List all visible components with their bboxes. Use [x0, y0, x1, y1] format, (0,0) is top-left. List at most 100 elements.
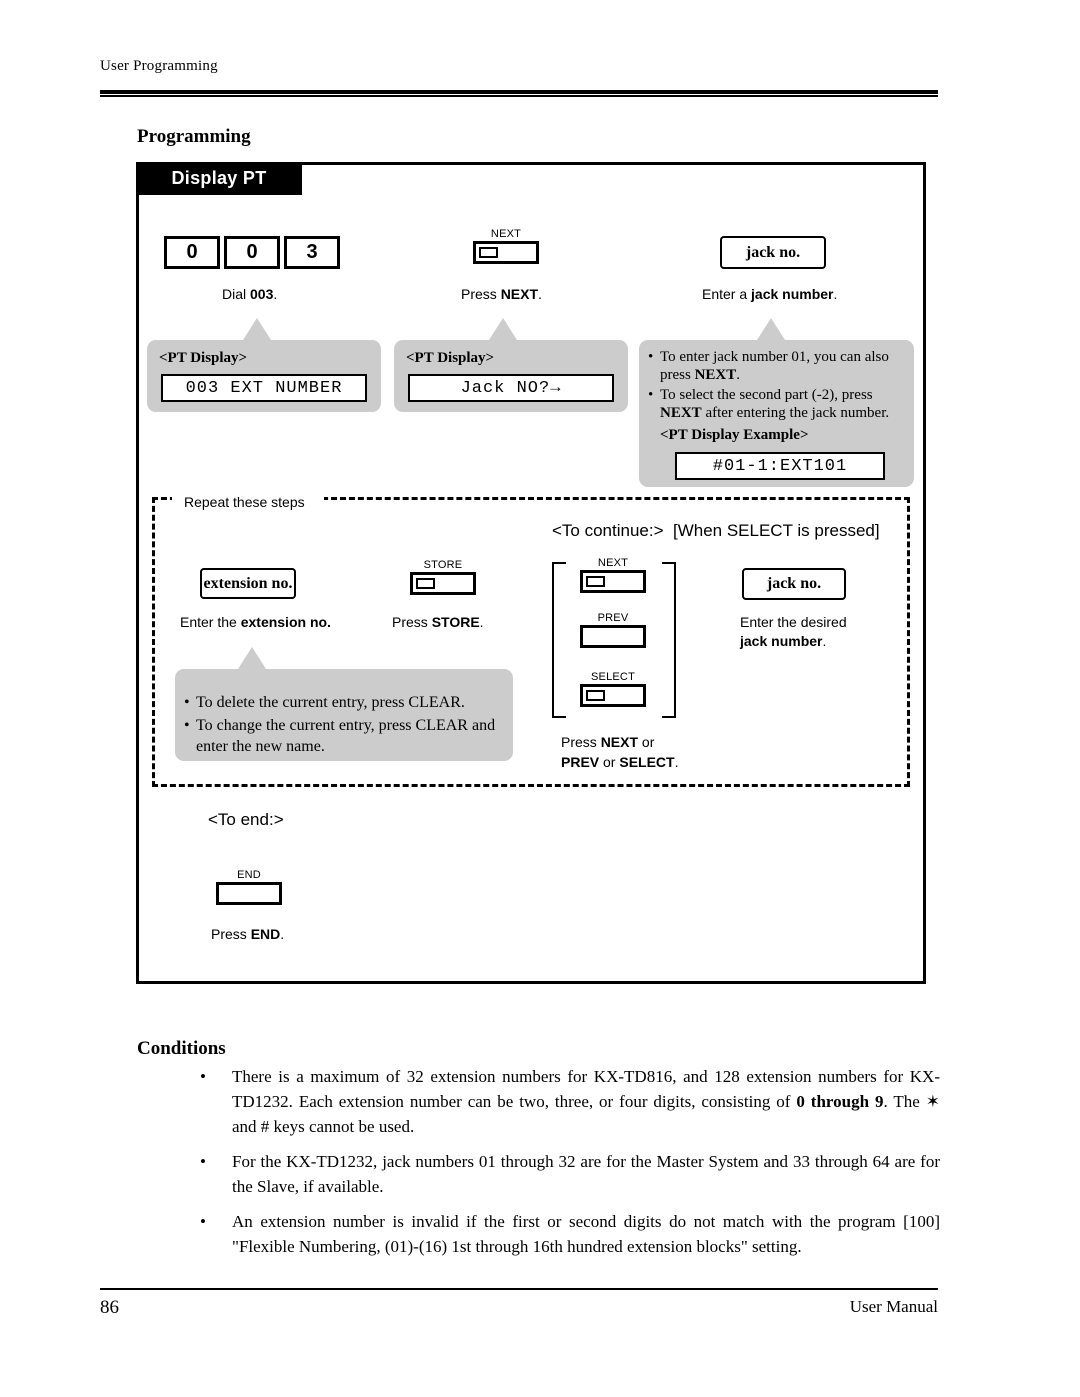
lcd-display-example: #01-1:EXT101 — [675, 452, 885, 480]
continue-press-line1-tail: or — [638, 734, 655, 750]
bullet-dot-icon: • — [200, 1067, 206, 1086]
next-button-continue[interactable]: NEXT — [580, 557, 646, 593]
continue-press-line1: Press NEXT or — [561, 734, 654, 750]
dial-digit-key-3[interactable]: 3 — [284, 236, 340, 269]
dial-digit-key-1[interactable]: 0 — [164, 236, 220, 269]
page-title-conditions: Conditions — [137, 1038, 226, 1059]
next-button-continue-body[interactable] — [580, 570, 646, 593]
dial-caption-tail: . — [273, 286, 278, 302]
condition-2-p1: For the KX-TD1232, jack numbers 01 throu… — [232, 1152, 940, 1196]
condition-item: • For the KX-TD1232, jack numbers 01 thr… — [200, 1149, 940, 1199]
clear-note-text: To change the current entry, press CLEAR… — [196, 717, 496, 755]
extension-no-caption-text: Enter the — [180, 614, 241, 630]
to-continue-heading-right: [When SELECT is pressed] — [672, 521, 880, 540]
continue-press-line2-tail: . — [674, 754, 679, 770]
store-caption-tail: . — [479, 614, 484, 630]
prev-button-continue[interactable]: PREV — [580, 612, 646, 648]
jack-no-input-box-step3[interactable]: jack no. — [720, 236, 826, 269]
clear-note-item: • To change the current entry, press CLE… — [184, 715, 506, 757]
continue-press-caption: Press NEXT or PREV or SELECT. — [561, 732, 678, 772]
jack-note-1-bold: NEXT — [694, 367, 737, 383]
jack-note-text: To enter jack number 01, you can also pr… — [660, 348, 906, 384]
next-caption-step2-tail: . — [538, 286, 542, 302]
jack-no-caption-continue-key: jack number — [740, 633, 823, 649]
select-button-continue[interactable]: SELECT — [580, 671, 646, 707]
header-rule — [100, 90, 938, 97]
callout-tip-clear-notes — [238, 647, 266, 669]
jack-note-2-bold: NEXT — [660, 405, 702, 421]
next-caption-step2: Press NEXT. — [461, 285, 542, 303]
jack-no-caption-step3-text: Enter a — [702, 286, 752, 302]
end-button-body[interactable] — [216, 882, 282, 905]
running-head: User Programming — [100, 58, 218, 74]
next-caption-step2-key: NEXT — [500, 286, 539, 302]
next-button-step2-cap: NEXT — [490, 228, 522, 240]
jack-note-item: • To select the second part (-2), press … — [648, 386, 906, 422]
dial-caption: Dial 003. — [222, 285, 277, 303]
callout-title-pt-display-1: <PT Display> — [159, 350, 248, 366]
next-caption-step2-text: Press — [461, 286, 501, 302]
jack-notes-list: • To enter jack number 01, you can also … — [648, 348, 906, 424]
callout-tip-jack-notes — [757, 318, 785, 340]
to-end-heading: <To end:> — [208, 810, 284, 829]
extension-no-caption: Enter the extension no. — [180, 613, 331, 631]
jack-no-caption-step3-tail: . — [833, 286, 838, 302]
condition-3-p1: An extension number is invalid if the fi… — [232, 1212, 940, 1256]
store-caption-key: STORE — [431, 614, 480, 630]
end-caption: Press END. — [211, 925, 284, 943]
end-button[interactable]: END — [216, 869, 282, 905]
next-button-step2[interactable]: NEXT — [473, 228, 539, 264]
jack-no-input-box-continue[interactable]: jack no. — [742, 568, 846, 600]
end-caption-tail: . — [280, 926, 285, 942]
page-title-programming: Programming — [137, 126, 251, 147]
dial-digit-key-2[interactable]: 0 — [224, 236, 280, 269]
jack-no-caption-continue-tail: . — [822, 633, 827, 649]
condition-1-b1: 0 through 9 — [796, 1092, 884, 1111]
store-button-body[interactable] — [410, 572, 476, 595]
store-button[interactable]: STORE — [410, 559, 476, 595]
condition-text: For the KX-TD1232, jack numbers 01 throu… — [232, 1149, 940, 1199]
clear-notes-list: • To delete the current entry, press CLE… — [184, 692, 506, 759]
end-caption-text: Press — [211, 926, 251, 942]
continue-press-line2-key2: SELECT — [619, 754, 675, 770]
continue-press-line2-key1: PREV — [561, 754, 600, 770]
next-button-step2-body[interactable] — [473, 241, 539, 264]
jack-note-2-post: after entering the jack number. — [701, 405, 890, 421]
jack-note-1-post: . — [736, 367, 741, 383]
select-button-continue-body[interactable] — [580, 684, 646, 707]
footer-page-number: 86 — [100, 1297, 119, 1318]
clear-note-text: To delete the current entry, press CLEAR… — [196, 694, 465, 711]
next-button-continue-cap: NEXT — [597, 557, 629, 569]
extension-no-input-box[interactable]: extension no. — [200, 568, 296, 599]
bullet-dot-icon: • — [648, 349, 654, 365]
jack-note-item: • To enter jack number 01, you can also … — [648, 348, 906, 384]
store-caption-text: Press — [392, 614, 432, 630]
clear-note-item: • To delete the current entry, press CLE… — [184, 692, 506, 713]
continue-press-line2: PREV or SELECT. — [561, 754, 678, 770]
to-continue-heading-left: <To continue:> — [552, 521, 664, 540]
conditions-list: • There is a maximum of 32 extension num… — [200, 1064, 940, 1269]
jack-note-2-pre: To select the second part (-2), press — [660, 387, 873, 403]
bullet-dot-icon: • — [200, 1212, 206, 1231]
callout-tip-pt-display-2 — [489, 318, 517, 340]
continue-press-line2-mid: or — [599, 754, 620, 770]
jack-no-caption-continue: Enter the desired jack number. — [740, 613, 847, 651]
jack-no-caption-step3: Enter a jack number. — [702, 285, 837, 303]
condition-text: An extension number is invalid if the fi… — [232, 1209, 940, 1259]
footer-manual-name: User Manual — [849, 1297, 938, 1316]
button-group-bracket-left — [552, 562, 566, 718]
continue-press-line1-text: Press — [561, 734, 601, 750]
pt-display-example-title: <PT Display Example> — [660, 427, 809, 443]
end-button-cap: END — [237, 869, 261, 881]
jack-no-caption-step3-key: jack number — [751, 286, 834, 302]
panel-tab-display-pt: Display PT — [136, 162, 302, 195]
jack-no-caption-continue-line1: Enter the desired — [740, 614, 847, 630]
select-button-continue-cap: SELECT — [591, 671, 635, 683]
store-caption: Press STORE. — [392, 613, 484, 631]
extension-no-caption-key: extension no. — [240, 614, 331, 630]
bullet-dot-icon: • — [184, 694, 190, 711]
condition-item: • An extension number is invalid if the … — [200, 1209, 940, 1259]
to-continue-heading: <To continue:> [When SELECT is pressed] — [552, 521, 880, 541]
jack-note-text: To select the second part (-2), press NE… — [660, 386, 906, 422]
prev-button-continue-body[interactable] — [580, 625, 646, 648]
